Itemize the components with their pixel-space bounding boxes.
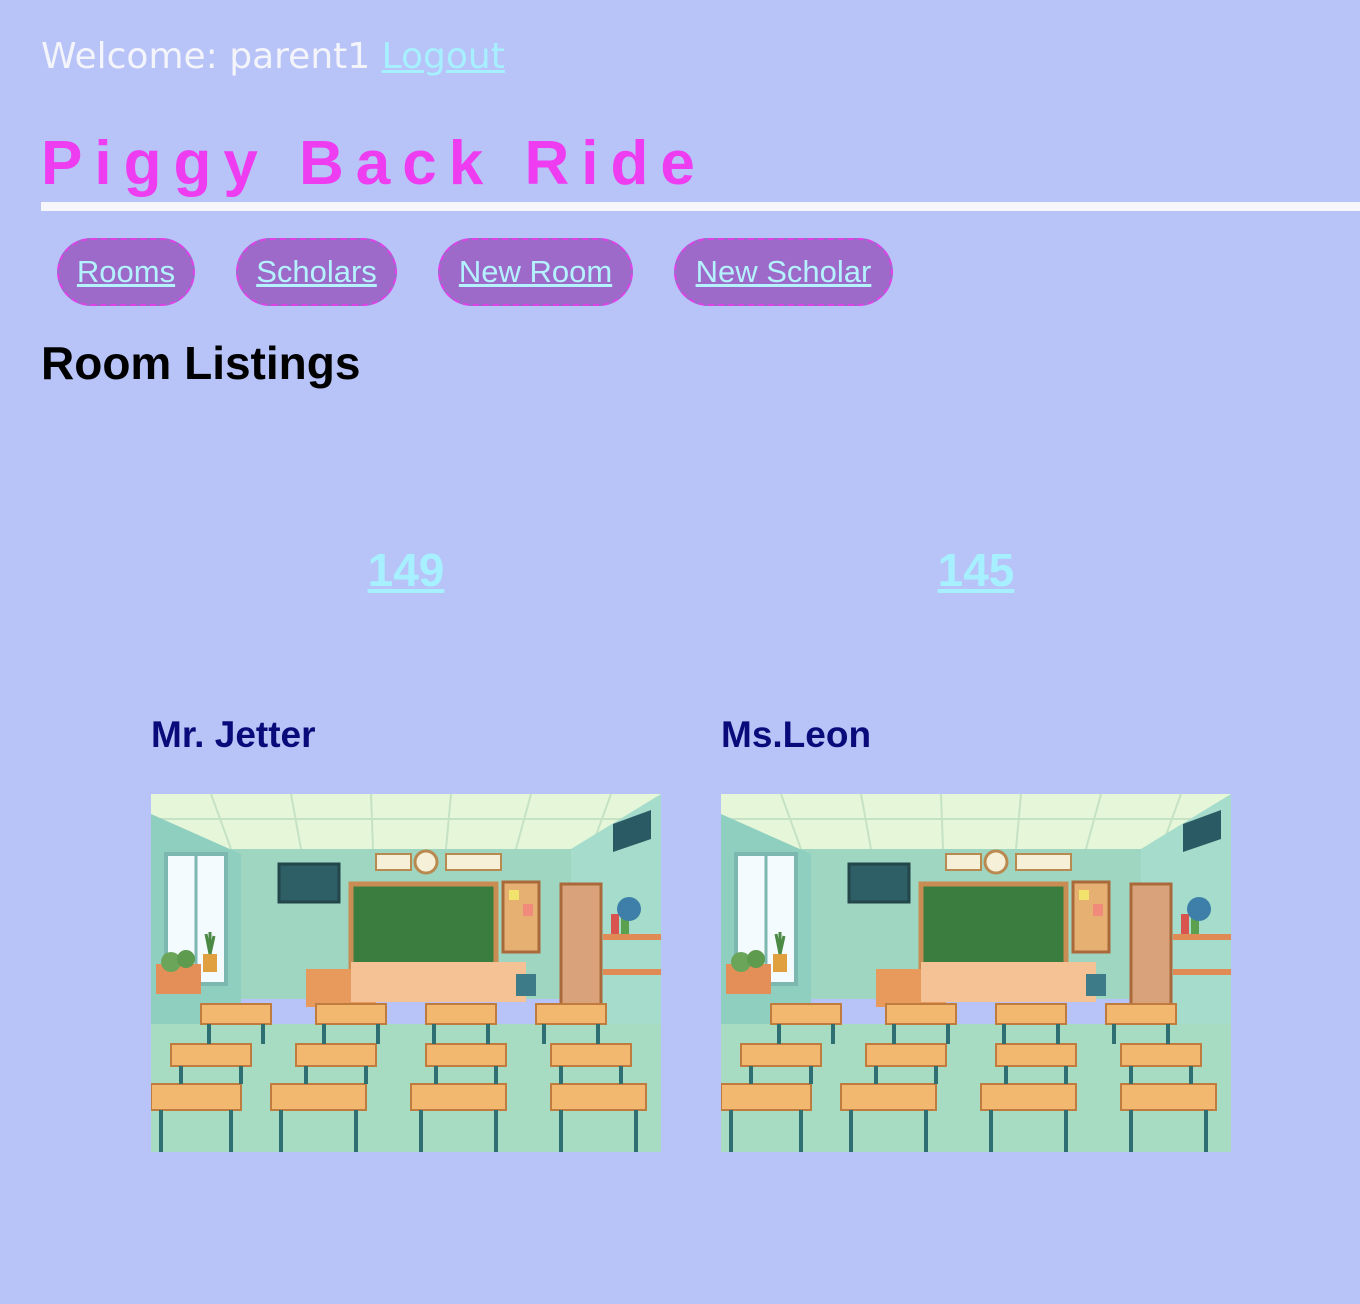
nav-new-room-link[interactable]: New Room bbox=[438, 238, 633, 306]
site-title: Piggy Back Ride bbox=[41, 129, 707, 198]
nav-new-scholar-link[interactable]: New Scholar bbox=[674, 238, 893, 306]
welcome-text: Welcome: parent1 bbox=[41, 36, 371, 77]
classroom-image bbox=[721, 794, 1231, 1152]
page-heading: Room Listings bbox=[41, 337, 361, 389]
room-teacher-name: Ms.Leon bbox=[721, 714, 872, 755]
nav-rooms-link[interactable]: Rooms bbox=[57, 238, 195, 306]
classroom-image bbox=[151, 794, 661, 1152]
room-card: 145 Ms.Leon bbox=[721, 540, 1231, 1152]
room-number-link[interactable]: 145 bbox=[721, 540, 1231, 600]
room-number-link[interactable]: 149 bbox=[151, 540, 661, 600]
title-divider bbox=[41, 202, 1360, 211]
room-card: 149 Mr. Jetter bbox=[151, 540, 661, 1152]
logout-link[interactable]: Logout bbox=[382, 36, 505, 77]
room-teacher-name: Mr. Jetter bbox=[151, 714, 316, 755]
nav-scholars-link[interactable]: Scholars bbox=[236, 238, 397, 306]
welcome-bar: Welcome: parent1 Logout bbox=[41, 36, 505, 77]
